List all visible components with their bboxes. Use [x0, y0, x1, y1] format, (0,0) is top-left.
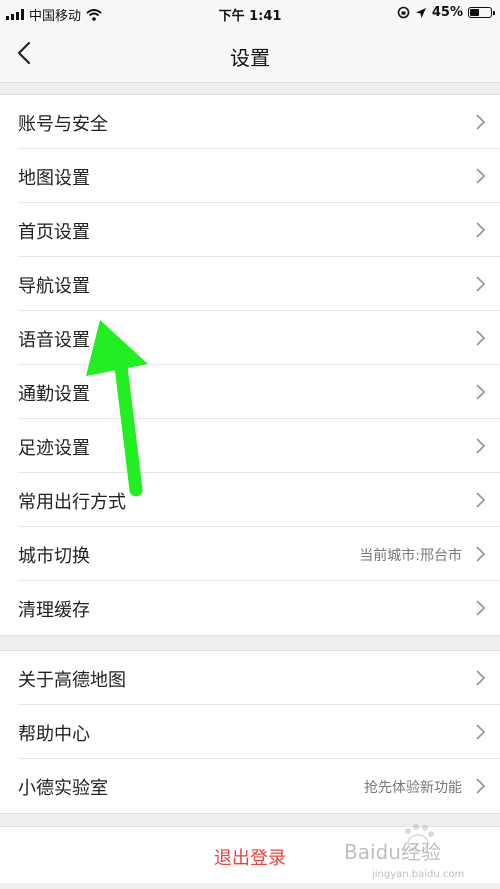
row-label: 语音设置: [18, 330, 90, 351]
row-label: 首页设置: [18, 222, 90, 243]
battery-percent: 45%: [431, 5, 463, 20]
page-title: 设置: [230, 46, 270, 70]
chevron-right-icon: [476, 114, 486, 130]
chevron-right-icon: [476, 670, 486, 686]
settings-row-travel-mode[interactable]: 常用出行方式: [0, 473, 500, 527]
row-label: 地图设置: [18, 168, 90, 189]
chevron-right-icon: [476, 168, 486, 184]
chevron-right-icon: [476, 222, 486, 238]
status-bar: 中国移动 下午 1:41 45%: [0, 0, 500, 26]
settings-row-navigation[interactable]: 导航设置: [0, 257, 500, 311]
chevron-right-icon: [476, 546, 486, 562]
current-city-value: 当前城市:邢台市: [359, 548, 462, 564]
lab-subtitle: 抢先体验新功能: [364, 780, 462, 796]
settings-row-account-security[interactable]: 账号与安全: [0, 95, 500, 149]
settings-group-main: 账号与安全 地图设置 首页设置 导航设置 语音设置 通勤设置 足迹设置 常用出行…: [0, 94, 500, 636]
location-arrow-icon: [415, 7, 426, 18]
logout-button[interactable]: 退出登录: [0, 826, 500, 883]
row-label: 导航设置: [18, 276, 90, 297]
row-label: 常用出行方式: [18, 492, 126, 513]
battery-icon: [468, 7, 495, 18]
row-label: 通勤设置: [18, 384, 90, 405]
settings-row-clear-cache[interactable]: 清理缓存: [0, 581, 500, 635]
settings-row-city-switch[interactable]: 城市切换 当前城市:邢台市: [0, 527, 500, 581]
settings-group-about: 关于高德地图 帮助中心 小德实验室 抢先体验新功能: [0, 650, 500, 814]
chevron-right-icon: [476, 492, 486, 508]
chevron-right-icon: [476, 276, 486, 292]
status-right: 45%: [397, 5, 495, 20]
row-label: 清理缓存: [18, 600, 90, 621]
chevron-right-icon: [476, 384, 486, 400]
logout-label: 退出登录: [214, 848, 286, 869]
settings-row-commute[interactable]: 通勤设置: [0, 365, 500, 419]
row-label: 足迹设置: [18, 438, 90, 459]
settings-row-homepage[interactable]: 首页设置: [0, 203, 500, 257]
chevron-right-icon: [476, 724, 486, 740]
row-label: 城市切换: [18, 546, 90, 567]
nav-bar: 设置: [0, 26, 500, 83]
settings-row-footprint[interactable]: 足迹设置: [0, 419, 500, 473]
chevron-right-icon: [476, 778, 486, 794]
chevron-right-icon: [476, 330, 486, 346]
settings-row-lab[interactable]: 小德实验室 抢先体验新功能: [0, 759, 500, 813]
row-label: 账号与安全: [18, 114, 108, 135]
row-label: 关于高德地图: [18, 670, 126, 691]
chevron-right-icon: [476, 438, 486, 454]
settings-row-map[interactable]: 地图设置: [0, 149, 500, 203]
chevron-right-icon: [476, 600, 486, 616]
settings-row-help-center[interactable]: 帮助中心: [0, 705, 500, 759]
battery-fill: [470, 9, 479, 16]
row-label: 帮助中心: [18, 724, 90, 745]
row-label: 小德实验室: [18, 778, 108, 799]
orientation-lock-icon: [397, 6, 410, 19]
settings-row-voice[interactable]: 语音设置: [0, 311, 500, 365]
settings-row-about[interactable]: 关于高德地图: [0, 651, 500, 705]
